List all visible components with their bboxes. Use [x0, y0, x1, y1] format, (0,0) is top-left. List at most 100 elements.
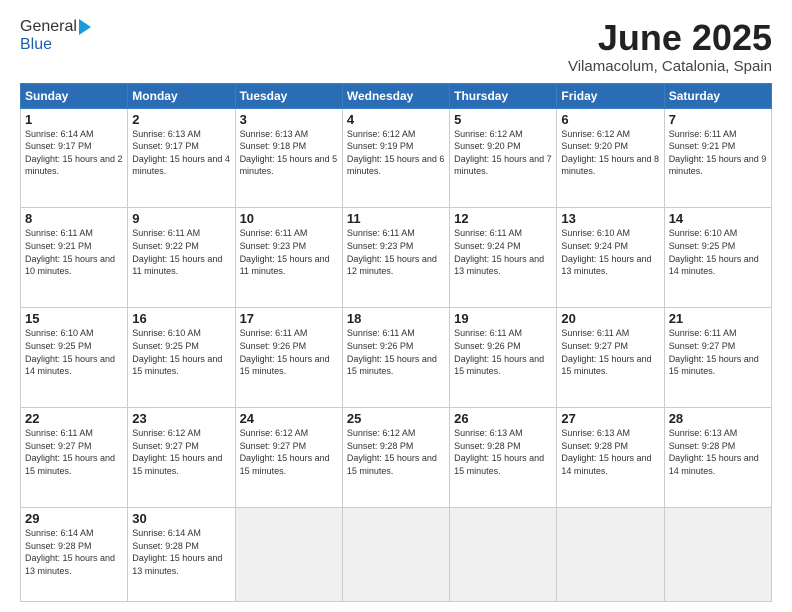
table-row: 7 Sunrise: 6:11 AMSunset: 9:21 PMDaylight…: [664, 108, 771, 208]
day-info: Sunrise: 6:10 AMSunset: 9:24 PMDaylight:…: [561, 228, 651, 276]
day-number: 12: [454, 211, 552, 226]
day-info: Sunrise: 6:11 AMSunset: 9:26 PMDaylight:…: [240, 328, 330, 376]
col-sunday: Sunday: [21, 83, 128, 108]
day-info: Sunrise: 6:12 AMSunset: 9:19 PMDaylight:…: [347, 129, 445, 177]
table-row: 18 Sunrise: 6:11 AMSunset: 9:26 PMDayligh…: [342, 308, 449, 408]
day-number: 10: [240, 211, 338, 226]
table-row: [450, 508, 557, 602]
table-row: 13 Sunrise: 6:10 AMSunset: 9:24 PMDayligh…: [557, 208, 664, 308]
day-info: Sunrise: 6:11 AMSunset: 9:21 PMDaylight:…: [25, 228, 115, 276]
day-number: 7: [669, 112, 767, 127]
table-row: [557, 508, 664, 602]
col-tuesday: Tuesday: [235, 83, 342, 108]
day-info: Sunrise: 6:10 AMSunset: 9:25 PMDaylight:…: [669, 228, 759, 276]
table-row: 16 Sunrise: 6:10 AMSunset: 9:25 PMDayligh…: [128, 308, 235, 408]
day-number: 21: [669, 311, 767, 326]
day-number: 17: [240, 311, 338, 326]
table-row: 17 Sunrise: 6:11 AMSunset: 9:26 PMDayligh…: [235, 308, 342, 408]
table-row: [342, 508, 449, 602]
day-number: 11: [347, 211, 445, 226]
day-info: Sunrise: 6:11 AMSunset: 9:22 PMDaylight:…: [132, 228, 222, 276]
day-info: Sunrise: 6:13 AMSunset: 9:28 PMDaylight:…: [561, 428, 651, 476]
table-row: 12 Sunrise: 6:11 AMSunset: 9:24 PMDayligh…: [450, 208, 557, 308]
day-number: 1: [25, 112, 123, 127]
table-row: 27 Sunrise: 6:13 AMSunset: 9:28 PMDayligh…: [557, 408, 664, 508]
table-row: 19Sunrise: 6:11 AMSunset: 9:26 PMDayligh…: [450, 308, 557, 408]
day-info: Sunrise: 6:11 AMSunset: 9:23 PMDaylight:…: [240, 228, 330, 276]
table-row: 5 Sunrise: 6:12 AMSunset: 9:20 PMDaylight…: [450, 108, 557, 208]
table-row: 22 Sunrise: 6:11 AMSunset: 9:27 PMDayligh…: [21, 408, 128, 508]
day-info: Sunrise: 6:11 AMSunset: 9:27 PMDaylight:…: [669, 328, 759, 376]
day-info: Sunrise: 6:11 AMSunset: 9:24 PMDaylight:…: [454, 228, 544, 276]
table-row: 3Sunrise: 6:13 AMSunset: 9:18 PMDaylight…: [235, 108, 342, 208]
calendar-table: Sunday Monday Tuesday Wednesday Thursday…: [20, 83, 772, 602]
day-info: Sunrise: 6:11 AMSunset: 9:27 PMDaylight:…: [561, 328, 651, 376]
day-info: Sunrise: 6:14 AMSunset: 9:28 PMDaylight:…: [25, 528, 115, 576]
day-number: 22: [25, 411, 123, 426]
day-info: Sunrise: 6:12 AMSunset: 9:27 PMDaylight:…: [240, 428, 330, 476]
table-row: [664, 508, 771, 602]
day-info: Sunrise: 6:11 AMSunset: 9:27 PMDaylight:…: [25, 428, 115, 476]
day-number: 25: [347, 411, 445, 426]
day-number: 13: [561, 211, 659, 226]
table-row: 4 Sunrise: 6:12 AMSunset: 9:19 PMDaylight…: [342, 108, 449, 208]
col-saturday: Saturday: [664, 83, 771, 108]
table-row: 29 Sunrise: 6:14 AMSunset: 9:28 PMDayligh…: [21, 508, 128, 602]
day-number: 27: [561, 411, 659, 426]
col-monday: Monday: [128, 83, 235, 108]
col-friday: Friday: [557, 83, 664, 108]
day-number: 19: [454, 311, 552, 326]
table-row: [235, 508, 342, 602]
day-number: 28: [669, 411, 767, 426]
col-wednesday: Wednesday: [342, 83, 449, 108]
day-number: 20: [561, 311, 659, 326]
logo-blue-text: Blue: [20, 36, 52, 53]
day-number: 5: [454, 112, 552, 127]
col-thursday: Thursday: [450, 83, 557, 108]
table-row: 26Sunrise: 6:13 AMSunset: 9:28 PMDayligh…: [450, 408, 557, 508]
day-info: Sunrise: 6:11 AMSunset: 9:26 PMDaylight:…: [347, 328, 437, 376]
table-row: 25Sunrise: 6:12 AMSunset: 9:28 PMDayligh…: [342, 408, 449, 508]
day-number: 18: [347, 311, 445, 326]
day-info: Sunrise: 6:10 AMSunset: 9:25 PMDaylight:…: [25, 328, 115, 376]
day-info: Sunrise: 6:12 AMSunset: 9:27 PMDaylight:…: [132, 428, 222, 476]
table-row: 30 Sunrise: 6:14 AMSunset: 9:28 PMDayligh…: [128, 508, 235, 602]
day-info: Sunrise: 6:11 AMSunset: 9:23 PMDaylight:…: [347, 228, 437, 276]
table-row: 6 Sunrise: 6:12 AMSunset: 9:20 PMDaylight…: [557, 108, 664, 208]
calendar-header-row: Sunday Monday Tuesday Wednesday Thursday…: [21, 83, 772, 108]
table-row: 24 Sunrise: 6:12 AMSunset: 9:27 PMDayligh…: [235, 408, 342, 508]
day-info: Sunrise: 6:12 AMSunset: 9:20 PMDaylight:…: [561, 129, 659, 177]
day-info: Sunrise: 6:11 AMSunset: 9:21 PMDaylight:…: [669, 129, 767, 177]
day-number: 30: [132, 511, 230, 526]
day-number: 8: [25, 211, 123, 226]
table-row: 10 Sunrise: 6:11 AMSunset: 9:23 PMDayligh…: [235, 208, 342, 308]
day-number: 16: [132, 311, 230, 326]
table-row: 23 Sunrise: 6:12 AMSunset: 9:27 PMDayligh…: [128, 408, 235, 508]
day-info: Sunrise: 6:13 AMSunset: 9:28 PMDaylight:…: [454, 428, 544, 476]
day-info: Sunrise: 6:14 AMSunset: 9:28 PMDaylight:…: [132, 528, 222, 576]
table-row: 2 Sunrise: 6:13 AMSunset: 9:17 PMDaylight…: [128, 108, 235, 208]
day-number: 23: [132, 411, 230, 426]
day-number: 15: [25, 311, 123, 326]
day-info: Sunrise: 6:12 AMSunset: 9:20 PMDaylight:…: [454, 129, 552, 177]
day-info: Sunrise: 6:13 AMSunset: 9:17 PMDaylight:…: [132, 129, 230, 177]
header: General Blue June 2025 Vilamacolum, Cata…: [20, 18, 772, 75]
table-row: 21 Sunrise: 6:11 AMSunset: 9:27 PMDayligh…: [664, 308, 771, 408]
table-row: 8 Sunrise: 6:11 AMSunset: 9:21 PMDaylight…: [21, 208, 128, 308]
logo-arrow-icon: [79, 19, 91, 35]
table-row: 20 Sunrise: 6:11 AMSunset: 9:27 PMDayligh…: [557, 308, 664, 408]
day-info: Sunrise: 6:10 AMSunset: 9:25 PMDaylight:…: [132, 328, 222, 376]
day-number: 6: [561, 112, 659, 127]
table-row: 1 Sunrise: 6:14 AMSunset: 9:17 PMDaylight…: [21, 108, 128, 208]
day-number: 24: [240, 411, 338, 426]
day-info: Sunrise: 6:14 AMSunset: 9:17 PMDaylight:…: [25, 129, 123, 177]
day-number: 4: [347, 112, 445, 127]
month-title: June 2025: [568, 18, 772, 58]
day-number: 3: [240, 112, 338, 127]
title-block: June 2025 Vilamacolum, Catalonia, Spain: [568, 18, 772, 75]
page: General Blue June 2025 Vilamacolum, Cata…: [0, 0, 792, 612]
day-number: 29: [25, 511, 123, 526]
day-number: 2: [132, 112, 230, 127]
day-number: 9: [132, 211, 230, 226]
logo: General Blue: [20, 18, 91, 54]
